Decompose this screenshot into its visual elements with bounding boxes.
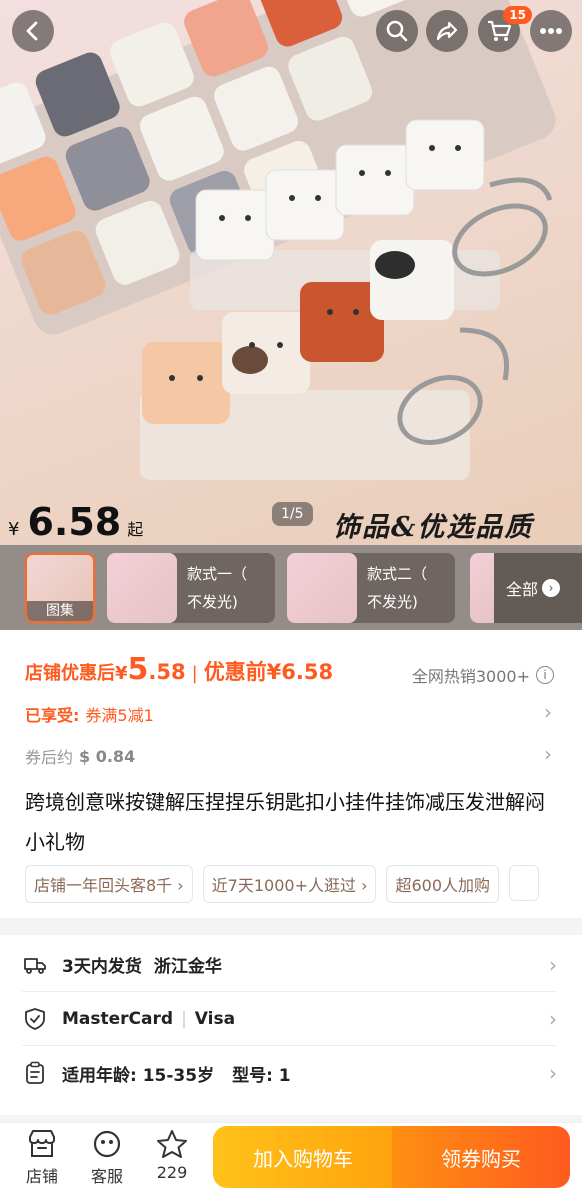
- more-icon: [540, 28, 562, 34]
- truck-icon: [22, 952, 48, 978]
- payment-row[interactable]: MasterCard | Visa ›: [22, 992, 557, 1046]
- clipboard-icon: [22, 1060, 48, 1086]
- chevron-left-icon: [26, 21, 38, 41]
- option-2-line2: 不发光): [367, 592, 418, 611]
- shipping-origin: 浙江金华: [153, 957, 222, 977]
- hero-slogan: 饰品&优选品质: [333, 512, 534, 543]
- applied-coupon-row[interactable]: 已享受: 券满5减1: [25, 702, 552, 726]
- separator: |: [181, 1008, 187, 1029]
- chevron-right-icon: ›: [549, 1061, 557, 1085]
- option-2-line1: 款式二（: [367, 564, 428, 583]
- customer-service-icon: [93, 1130, 121, 1158]
- chevron-right-icon: ›: [549, 1006, 557, 1031]
- share-button[interactable]: [426, 10, 468, 52]
- tag-recent-visits[interactable]: 近7天1000+人逛过 ›: [202, 865, 377, 903]
- chevron-right-icon: ›: [549, 952, 557, 977]
- share-icon: [436, 21, 458, 41]
- hero-currency: ¥: [8, 519, 20, 540]
- hero-price-value: 6.58: [27, 500, 122, 544]
- thumbnail-strip: 图集 款式一（ 不发光) 款式二（ 不发光) 全部 ›: [0, 545, 582, 630]
- store-button[interactable]: 店铺: [17, 1129, 67, 1187]
- applied-value: 券满5减1: [85, 706, 154, 725]
- thumbnail-option-2[interactable]: 款式二（ 不发光): [287, 552, 455, 623]
- gallery-label: 图集: [27, 600, 93, 621]
- discount-price-dec: .58: [148, 660, 186, 684]
- store-label: 店铺: [25, 1167, 58, 1186]
- payment-method-1: MasterCard: [62, 1008, 174, 1029]
- chevron-right-icon: ›: [542, 579, 561, 597]
- view-all-button[interactable]: 全部 ›: [470, 553, 582, 623]
- customer-service-button[interactable]: 客服: [82, 1129, 132, 1187]
- specs-row[interactable]: 适用年龄: 15-35岁 型号: 1 ›: [22, 1046, 557, 1100]
- product-photo: [0, 0, 556, 480]
- age-range: 适用年龄: 15-35岁: [62, 1065, 215, 1086]
- option-1-line1: 款式一（: [187, 564, 248, 583]
- thumbnail-gallery[interactable]: 图集: [25, 552, 95, 623]
- option-1-image: [107, 552, 177, 623]
- hero-price: ¥ 6.58 起: [8, 500, 143, 544]
- option-1-line2: 不发光): [187, 592, 238, 611]
- tag-list: 店铺一年回头客8千 › 近7天1000+人逛过 › 超600人加购: [25, 865, 540, 903]
- discount-price-int: 5: [127, 652, 149, 687]
- image-pager: 1/5: [272, 502, 313, 526]
- payment-method-2: Visa: [194, 1008, 236, 1029]
- original-price: 优惠前¥6.58: [203, 660, 334, 684]
- buy-with-coupon-button[interactable]: 领券购买: [392, 1126, 570, 1188]
- store-icon: [29, 1130, 55, 1157]
- option-2-image: [287, 552, 357, 623]
- search-icon: [386, 20, 408, 42]
- discount-price-row: 店铺优惠后¥ 5 .58 | 优惠前¥6.58: [25, 652, 333, 687]
- after-coupon-label: 券后约: [25, 748, 74, 767]
- product-info-card: 店铺优惠后¥ 5 .58 | 优惠前¥6.58 全网热销3000+ i 已享受:…: [0, 630, 582, 918]
- cart-button[interactable]: 15: [478, 6, 532, 52]
- price-separator: |: [191, 663, 198, 684]
- bottom-action-bar: 店铺 客服 229 加入购物车 领券购买: [0, 1122, 582, 1199]
- product-image[interactable]: 15 ¥ 6.58 起 1/5 饰品&优选品质: [0, 0, 582, 545]
- search-button[interactable]: [376, 10, 418, 52]
- cart-count-badge: 15: [503, 6, 532, 24]
- view-all-label: 全部: [506, 580, 539, 599]
- service-card: 3天内发货 浙江金华 › MasterCard | Visa › 适用年龄: 1…: [0, 935, 582, 1115]
- chevron-right-icon: ›: [544, 700, 552, 724]
- hot-sales[interactable]: 全网热销3000+ i: [412, 663, 554, 687]
- add-to-cart-button[interactable]: 加入购物车: [213, 1126, 393, 1188]
- tag-repeat-customers[interactable]: 店铺一年回头客8千 ›: [25, 865, 193, 903]
- info-icon: i: [536, 666, 554, 684]
- model-number: 型号: 1: [232, 1065, 291, 1086]
- applied-label: 已享受:: [25, 706, 80, 725]
- after-coupon-value: $ 0.84: [79, 746, 136, 766]
- thumbnail-option-1[interactable]: 款式一（ 不发光): [107, 552, 275, 623]
- product-title: 跨境创意咪按键解压捏捏乐钥匙扣小挂件挂饰减压发泄解闷小礼物: [25, 790, 545, 854]
- service-label: 客服: [90, 1167, 123, 1186]
- tag-cutoff[interactable]: [509, 865, 540, 901]
- back-button[interactable]: [12, 10, 54, 52]
- store-discount-label: 店铺优惠后¥: [25, 663, 128, 684]
- favorite-button[interactable]: 229: [147, 1129, 197, 1182]
- shield-icon: [22, 1006, 48, 1032]
- hot-sales-label: 全网热销3000+: [411, 667, 530, 686]
- tag-added-to-cart[interactable]: 超600人加购: [386, 865, 500, 903]
- favorite-count: 229: [156, 1163, 188, 1182]
- chevron-right-icon: ›: [544, 742, 552, 766]
- more-button[interactable]: [530, 10, 572, 52]
- shipping-time: 3天内发货: [62, 957, 142, 977]
- after-coupon-row[interactable]: 券后约 $ 0.84: [25, 744, 552, 768]
- star-icon: [157, 1130, 187, 1158]
- hero-price-suffix: 起: [127, 520, 144, 539]
- option-3-image: [470, 553, 494, 623]
- shipping-row[interactable]: 3天内发货 浙江金华 ›: [22, 938, 557, 992]
